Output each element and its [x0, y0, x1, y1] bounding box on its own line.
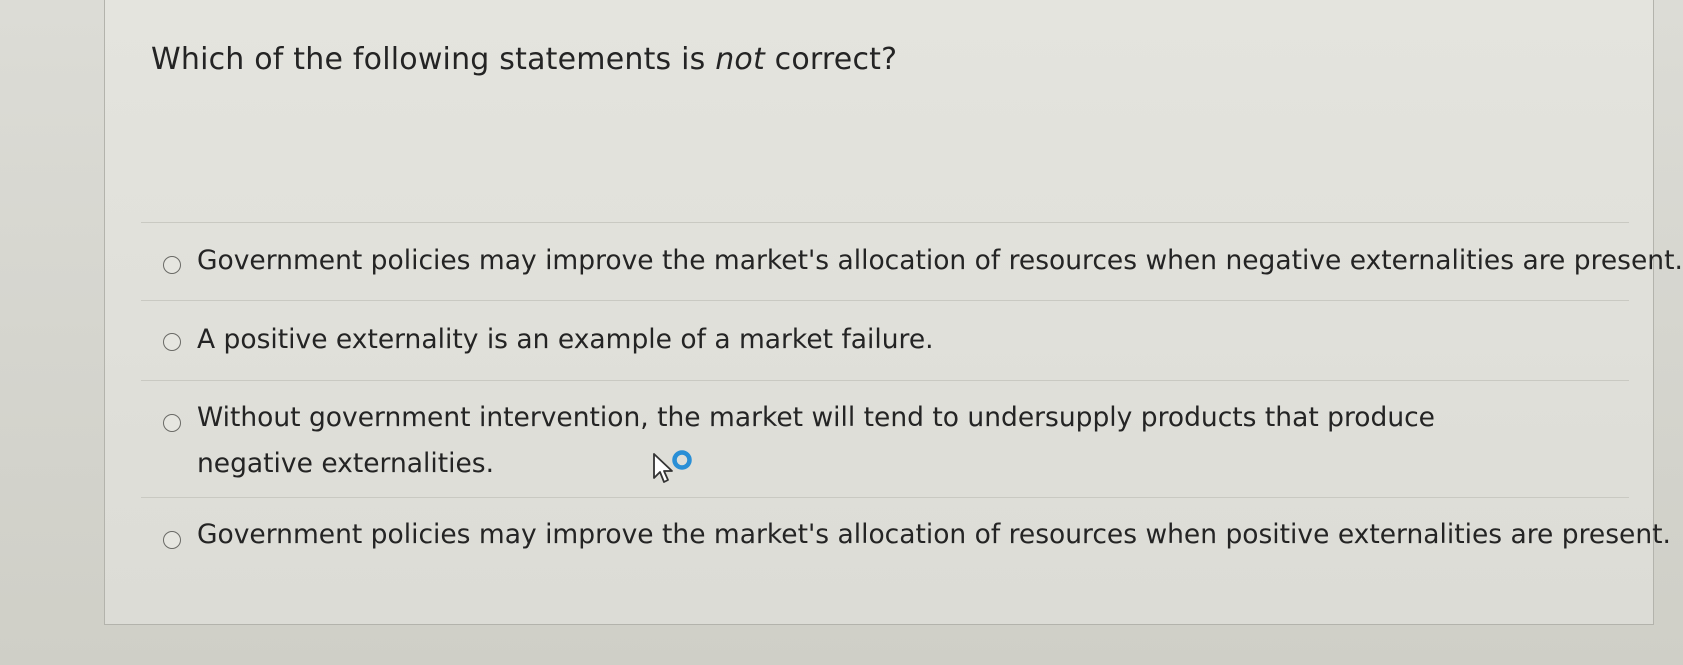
- answer-option-1[interactable]: Government policies may improve the mark…: [141, 222, 1683, 300]
- radio-button-icon[interactable]: [163, 256, 181, 274]
- answer-label[interactable]: Government policies may improve the mark…: [197, 512, 1671, 558]
- answer-list: Government policies may improve the mark…: [141, 222, 1683, 587]
- question-prompt: Which of the following statements is not…: [151, 42, 897, 77]
- question-emphasis: not: [715, 42, 765, 77]
- answer-label[interactable]: Without government intervention, the mar…: [197, 395, 1497, 487]
- question-card: Which of the following statements is not…: [104, 0, 1683, 625]
- answer-label[interactable]: Government policies may improve the mark…: [197, 238, 1683, 284]
- radio-button-icon[interactable]: [163, 333, 181, 351]
- answer-option-2[interactable]: A positive externality is an example of …: [141, 300, 1629, 380]
- answer-option-3[interactable]: Without government intervention, the mar…: [141, 380, 1629, 497]
- answer-label[interactable]: A positive externality is an example of …: [197, 317, 934, 363]
- answer-option-4[interactable]: Government policies may improve the mark…: [141, 497, 1671, 587]
- question-suffix: correct?: [764, 42, 898, 77]
- radio-button-icon[interactable]: [163, 414, 181, 432]
- radio-button-icon[interactable]: [163, 531, 181, 549]
- question-prefix: Which of the following statements is: [151, 42, 716, 77]
- mouse-pointer-busy-icon: [650, 450, 696, 490]
